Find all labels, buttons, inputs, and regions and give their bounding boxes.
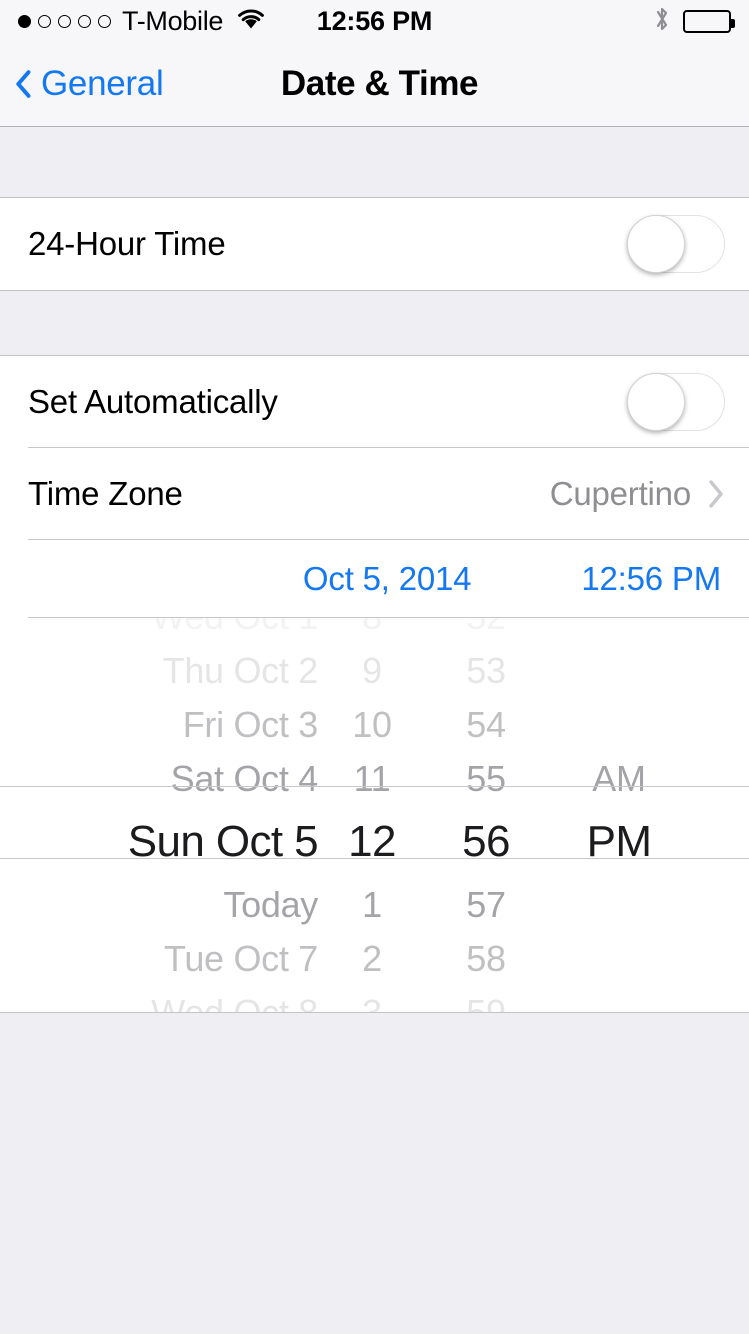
battery-icon xyxy=(683,9,735,33)
picker-hour-cell: 9 xyxy=(362,650,382,691)
group-hour-format: 24-Hour Time xyxy=(0,197,749,291)
row-time-zone[interactable]: Time Zone Cupertino xyxy=(0,448,749,540)
signal-dot-4 xyxy=(78,14,91,28)
picker-hour-cell: 11 xyxy=(353,758,391,799)
picker-date-cell: Fri Oct 3 xyxy=(182,704,319,745)
picker-row[interactable]: Thu Oct 2 9 53 xyxy=(0,644,749,698)
picker-ampm-cell: AM xyxy=(592,758,646,799)
page-background-bottom xyxy=(0,1051,749,1334)
picker-minute-cell: 57 xyxy=(466,884,506,925)
status-bar: T-Mobile 12:56 PM xyxy=(0,0,749,42)
navigation-bar: General Date & Time xyxy=(0,42,749,127)
picker-date-cell: Wed Oct 1 xyxy=(0,618,318,638)
row-date-time-summary: Oct 5, 2014 12:56 PM xyxy=(0,540,749,618)
picker-hour-cell: 10 xyxy=(352,704,392,745)
row-time-zone-label: Time Zone xyxy=(28,475,183,512)
picker-date-cell: Thu Oct 2 xyxy=(162,650,319,691)
time-value-button[interactable]: 12:56 PM xyxy=(581,560,721,598)
picker-hour-cell: 3 xyxy=(318,992,426,1012)
toggle-knob xyxy=(627,215,685,273)
picker-date-cell-selected: Sun Oct 5 xyxy=(127,817,319,866)
picker-hour-cell: 2 xyxy=(362,938,382,979)
bluetooth-icon xyxy=(653,5,671,38)
picker-date-cell: Sat Oct 4 xyxy=(170,758,319,799)
picker-minute-cell: 59 xyxy=(426,992,546,1012)
picker-minute-cell-selected: 56 xyxy=(462,817,510,866)
carrier-name: T-Mobile xyxy=(122,5,224,36)
picker-row[interactable]: Wed Oct 8 3 59 xyxy=(0,986,749,1012)
picker-date-cell: Today xyxy=(223,884,318,925)
date-value-button[interactable]: Oct 5, 2014 xyxy=(303,560,472,598)
wifi-icon xyxy=(236,7,266,35)
picker-row[interactable]: Today 1 57 xyxy=(0,878,749,932)
row-24-hour-time-label: 24-Hour Time xyxy=(28,225,226,262)
toggle-set-automatically[interactable] xyxy=(627,373,725,431)
picker-rows: Wed Oct 1 8 52 Thu Oct 2 9 53 Fri Oct 3 … xyxy=(0,618,749,1012)
row-set-automatically-label: Set Automatically xyxy=(28,383,278,420)
signal-dot-3 xyxy=(58,14,71,28)
signal-dot-1 xyxy=(18,14,31,28)
picker-minute-cell: 58 xyxy=(466,938,506,979)
picker-minute-cell: 55 xyxy=(466,758,506,799)
settings-date-time-screen: T-Mobile 12:56 PM General Date & Time 24… xyxy=(0,0,749,1334)
signal-dot-2 xyxy=(38,14,51,28)
picker-row[interactable]: Wed Oct 1 8 52 xyxy=(0,618,749,644)
status-bar-left: T-Mobile xyxy=(18,6,375,37)
picker-date-cell: Tue Oct 7 xyxy=(163,938,318,979)
picker-row[interactable]: Fri Oct 3 10 54 xyxy=(0,698,749,752)
signal-dot-5 xyxy=(98,14,111,28)
row-24-hour-time[interactable]: 24-Hour Time xyxy=(0,198,749,290)
page-title: Date & Time xyxy=(280,64,479,103)
picker-minute-cell: 54 xyxy=(466,704,506,745)
picker-date-cell: Wed Oct 8 xyxy=(0,992,318,1012)
picker-minute-cell: 52 xyxy=(426,618,546,638)
picker-row[interactable]: Sat Oct 4 11 55 AM xyxy=(0,752,749,806)
picker-selection-line-bottom xyxy=(0,858,749,859)
signal-strength-indicator xyxy=(18,14,111,28)
picker-row[interactable]: Tue Oct 7 2 58 xyxy=(0,932,749,986)
picker-hour-cell-selected: 12 xyxy=(348,817,396,866)
picker-ampm-cell-selected: PM xyxy=(586,817,652,866)
toggle-knob xyxy=(627,373,685,431)
date-time-picker[interactable]: Wed Oct 1 8 52 Thu Oct 2 9 53 Fri Oct 3 … xyxy=(0,618,749,1012)
status-bar-right xyxy=(375,5,735,38)
picker-minute-cell: 53 xyxy=(466,650,506,691)
picker-row-selected[interactable]: Sun Oct 5 12 56 PM xyxy=(0,806,749,878)
picker-selection-line-top xyxy=(0,786,749,787)
picker-hour-cell: 8 xyxy=(318,618,426,638)
row-time-zone-value: Cupertino xyxy=(549,475,691,512)
row-set-automatically[interactable]: Set Automatically xyxy=(0,356,749,448)
group-date-time: Set Automatically Time Zone Cupertino Oc… xyxy=(0,355,749,1013)
picker-hour-cell: 1 xyxy=(362,884,382,925)
toggle-24-hour-time[interactable] xyxy=(627,215,725,273)
chevron-right-icon xyxy=(707,479,725,509)
